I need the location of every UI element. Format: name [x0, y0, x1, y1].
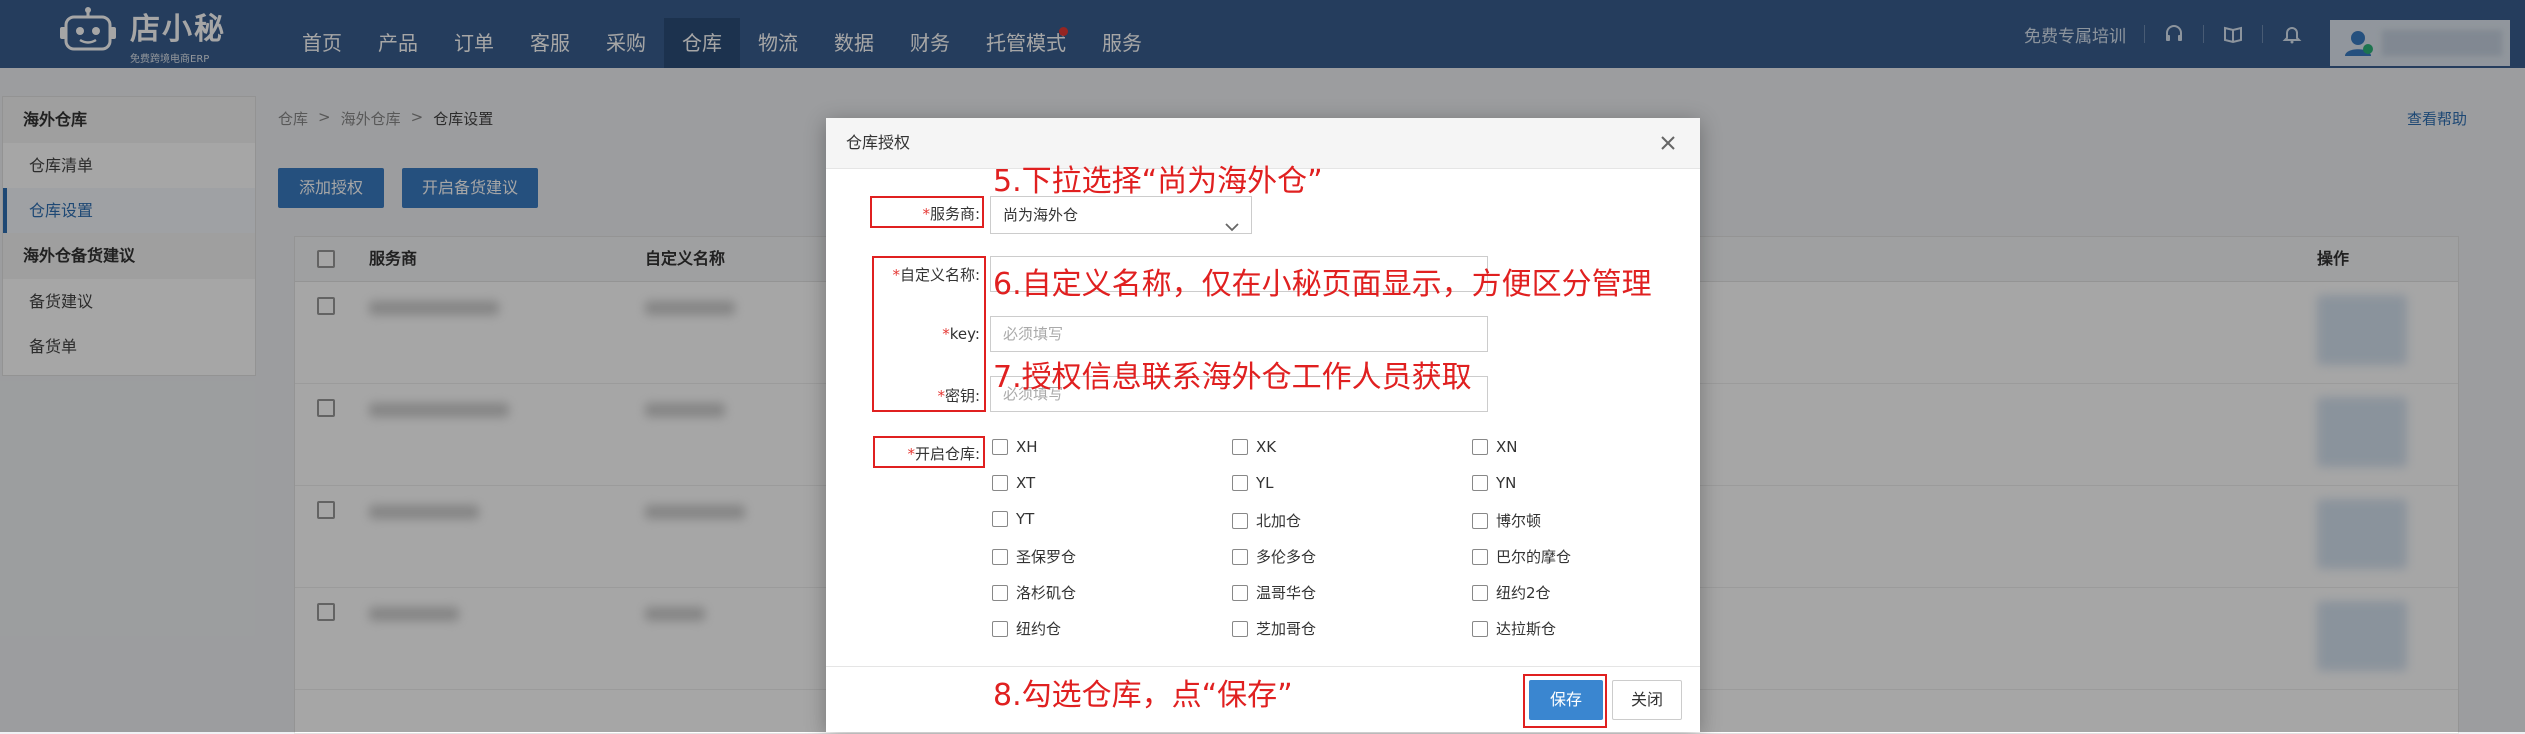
warehouse-option[interactable]: 巴尔的摩仓: [1472, 546, 1571, 567]
warehouse-option[interactable]: 圣保罗仓: [992, 546, 1076, 567]
warehouse-checkbox[interactable]: [1472, 620, 1488, 637]
warehouse-checkbox[interactable]: [992, 475, 1008, 491]
annotation-box-save: [1523, 674, 1607, 728]
dialog-title: 仓库授权: [846, 133, 911, 152]
key-input[interactable]: [990, 316, 1488, 352]
warehouse-option[interactable]: 纽约2仓: [1472, 582, 1551, 603]
warehouse-option[interactable]: XN: [1472, 438, 1518, 456]
warehouse-option[interactable]: YL: [1232, 474, 1274, 492]
annotation-box-provider: [870, 196, 984, 228]
warehouse-checkbox[interactable]: [1472, 548, 1488, 565]
close-button[interactable]: 关闭: [1612, 680, 1682, 720]
warehouse-checkbox[interactable]: [1232, 584, 1248, 601]
warehouse-checkbox[interactable]: [1472, 584, 1488, 601]
annotation-step-8: 8.勾选仓库，点“保存”: [993, 678, 1293, 713]
warehouse-option[interactable]: 北加仓: [1232, 510, 1301, 531]
annotation-step-5: 5.下拉选择“尚为海外仓”: [993, 164, 1323, 199]
warehouse-option[interactable]: 洛杉矶仓: [992, 582, 1076, 603]
warehouse-checkbox[interactable]: [992, 620, 1008, 637]
warehouse-checkbox[interactable]: [992, 584, 1008, 601]
warehouse-checkbox[interactable]: [992, 548, 1008, 565]
warehouse-option[interactable]: YT: [992, 510, 1034, 528]
warehouse-option[interactable]: XT: [992, 474, 1035, 492]
annotation-box-warehouses: [873, 436, 985, 468]
warehouse-option[interactable]: 温哥华仓: [1232, 582, 1316, 603]
warehouse-checkbox[interactable]: [1232, 475, 1248, 491]
warehouse-checkbox[interactable]: [1232, 439, 1248, 455]
warehouse-option[interactable]: XK: [1232, 438, 1276, 456]
warehouse-checkbox[interactable]: [1232, 620, 1248, 637]
warehouse-checkbox[interactable]: [1472, 475, 1488, 491]
warehouse-checkbox[interactable]: [1472, 439, 1488, 455]
warehouse-option[interactable]: 纽约仓: [992, 618, 1061, 639]
warehouse-checkbox[interactable]: [1232, 512, 1248, 529]
warehouse-checkbox[interactable]: [1472, 512, 1488, 529]
warehouse-option[interactable]: 达拉斯仓: [1472, 618, 1556, 639]
warehouse-checkbox[interactable]: [992, 439, 1008, 455]
chevron-down-icon: [1225, 209, 1239, 245]
provider-selected-value: 尚为海外仓: [1003, 206, 1079, 224]
annotation-step-7: 7.授权信息联系海外仓工作人员获取: [993, 360, 1472, 395]
warehouse-option[interactable]: 博尔顿: [1472, 510, 1541, 531]
warehouse-option[interactable]: 多伦多仓: [1232, 546, 1316, 567]
warehouse-option[interactable]: 芝加哥仓: [1232, 618, 1316, 639]
warehouse-checkbox[interactable]: [1232, 548, 1248, 565]
provider-select[interactable]: 尚为海外仓: [990, 196, 1252, 234]
warehouse-option[interactable]: XH: [992, 438, 1038, 456]
annotation-step-6: 6.自定义名称，仅在小秘页面显示，方便区分管理: [993, 267, 1652, 302]
annotation-box-credentials: [872, 256, 986, 412]
close-icon[interactable]: [1656, 131, 1680, 155]
warehouse-checkbox[interactable]: [992, 511, 1008, 527]
warehouse-option[interactable]: YN: [1472, 474, 1516, 492]
dialog-footer-divider: [826, 666, 1700, 667]
